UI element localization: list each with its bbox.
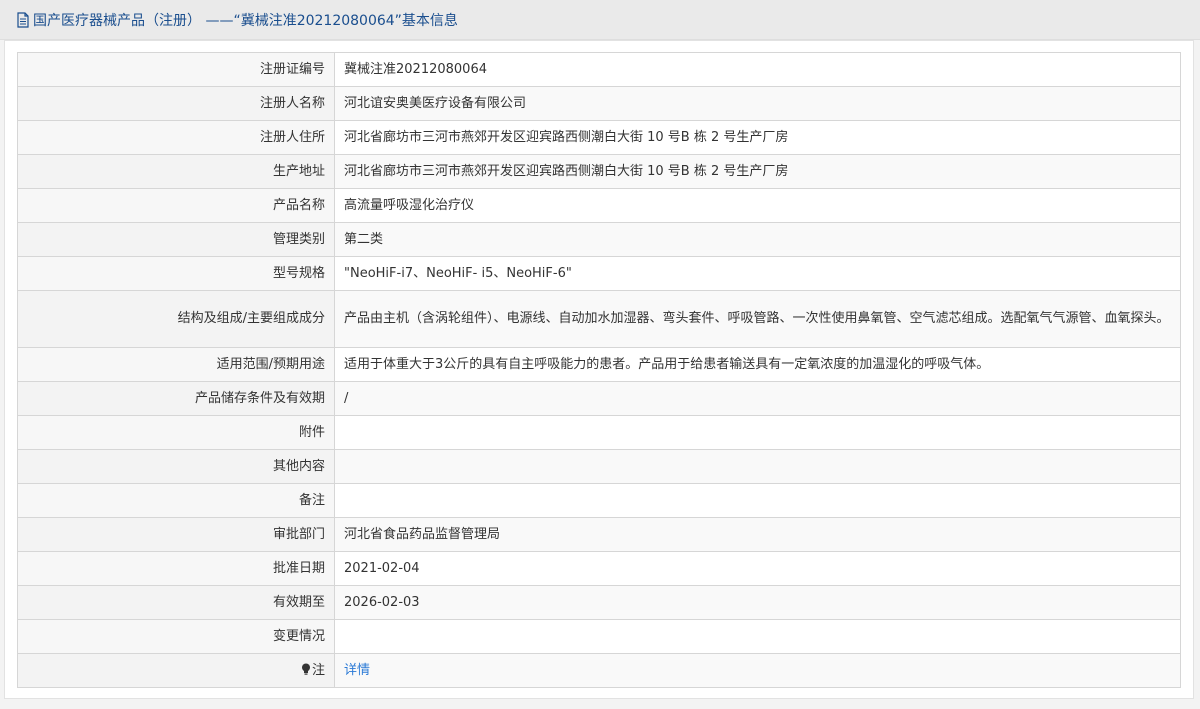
table-row: 附件 <box>17 415 1181 450</box>
table-row: 适用范围/预期用途 适用于体重大于3公斤的具有自主呼吸能力的患者。产品用于给患者… <box>17 347 1181 382</box>
table-row: 型号规格 "NeoHiF-i7、NeoHiF- i5、NeoHiF-6" <box>17 256 1181 291</box>
row-value: 高流量呼吸湿化治疗仪 <box>334 188 1181 223</box>
table-row: 审批部门 河北省食品药品监督管理局 <box>17 517 1181 552</box>
row-value <box>334 449 1181 484</box>
table-row: 备注 <box>17 483 1181 518</box>
row-label: 审批部门 <box>17 517 335 552</box>
row-label: 备注 <box>17 483 335 518</box>
row-value: 2026-02-03 <box>334 585 1181 620</box>
table-row: 注册人名称 河北谊安奥美医疗设备有限公司 <box>17 86 1181 121</box>
table-row: 管理类别 第二类 <box>17 222 1181 257</box>
note-label: 注 <box>311 662 325 678</box>
page-title: 国产医疗器械产品（注册） ——“冀械注准20212080064”基本信息 <box>33 12 458 29</box>
lightbulb-icon <box>301 663 310 675</box>
row-label: 管理类别 <box>17 222 335 257</box>
table-row: 有效期至 2026-02-03 <box>17 585 1181 620</box>
row-value: "NeoHiF-i7、NeoHiF- i5、NeoHiF-6" <box>334 256 1181 291</box>
row-value: 河北省食品药品监督管理局 <box>334 517 1181 552</box>
row-label: 附件 <box>17 415 335 450</box>
info-table: 注册证编号 冀械注准20212080064 注册人名称 河北谊安奥美医疗设备有限… <box>17 52 1181 688</box>
document-icon <box>17 11 29 28</box>
row-label: 变更情况 <box>17 619 335 654</box>
table-row: 批准日期 2021-02-04 <box>17 551 1181 586</box>
row-label: 注册人住所 <box>17 120 335 155</box>
row-value <box>334 415 1181 450</box>
note-value-cell: 详情 <box>334 653 1181 688</box>
row-value: 河北省廊坊市三河市燕郊开发区迎宾路西侧潮白大街 10 号B 栋 2 号生产厂房 <box>334 120 1181 155</box>
table-row: 变更情况 <box>17 619 1181 654</box>
info-panel: 注册证编号 冀械注准20212080064 注册人名称 河北谊安奥美医疗设备有限… <box>4 40 1194 699</box>
row-label: 产品名称 <box>17 188 335 223</box>
row-value <box>334 483 1181 518</box>
row-value: 2021-02-04 <box>334 551 1181 586</box>
row-label: 适用范围/预期用途 <box>17 347 335 382</box>
row-value: 河北省廊坊市三河市燕郊开发区迎宾路西侧潮白大街 10 号B 栋 2 号生产厂房 <box>334 154 1181 189</box>
row-value: 冀械注准20212080064 <box>334 52 1181 87</box>
row-label: 结构及组成/主要组成成分 <box>17 290 335 348</box>
table-row: 结构及组成/主要组成成分 产品由主机（含涡轮组件）、电源线、自动加水加湿器、弯头… <box>17 290 1181 348</box>
table-row: 生产地址 河北省廊坊市三河市燕郊开发区迎宾路西侧潮白大街 10 号B 栋 2 号… <box>17 154 1181 189</box>
row-label: 型号规格 <box>17 256 335 291</box>
table-row: 注册人住所 河北省廊坊市三河市燕郊开发区迎宾路西侧潮白大街 10 号B 栋 2 … <box>17 120 1181 155</box>
row-label: 有效期至 <box>17 585 335 620</box>
note-label-cell: 注 <box>17 653 335 688</box>
row-value <box>334 619 1181 654</box>
row-label: 注册证编号 <box>17 52 335 87</box>
row-label: 批准日期 <box>17 551 335 586</box>
row-label: 其他内容 <box>17 449 335 484</box>
table-row: 产品名称 高流量呼吸湿化治疗仪 <box>17 188 1181 223</box>
row-label: 生产地址 <box>17 154 335 189</box>
row-value: 第二类 <box>334 222 1181 257</box>
table-row: 产品储存条件及有效期 / <box>17 381 1181 416</box>
page-header: 国产医疗器械产品（注册） ——“冀械注准20212080064”基本信息 <box>0 0 1200 40</box>
row-value: 河北谊安奥美医疗设备有限公司 <box>334 86 1181 121</box>
row-label: 产品储存条件及有效期 <box>17 381 335 416</box>
note-row: 注 详情 <box>17 653 1181 688</box>
row-value: 适用于体重大于3公斤的具有自主呼吸能力的患者。产品用于给患者输送具有一定氧浓度的… <box>334 347 1181 382</box>
details-link[interactable]: 详情 <box>344 663 370 678</box>
row-value: 产品由主机（含涡轮组件）、电源线、自动加水加湿器、弯头套件、呼吸管路、一次性使用… <box>334 290 1181 348</box>
row-label: 注册人名称 <box>17 86 335 121</box>
table-row: 注册证编号 冀械注准20212080064 <box>17 52 1181 87</box>
table-row: 其他内容 <box>17 449 1181 484</box>
row-value: / <box>334 381 1181 416</box>
